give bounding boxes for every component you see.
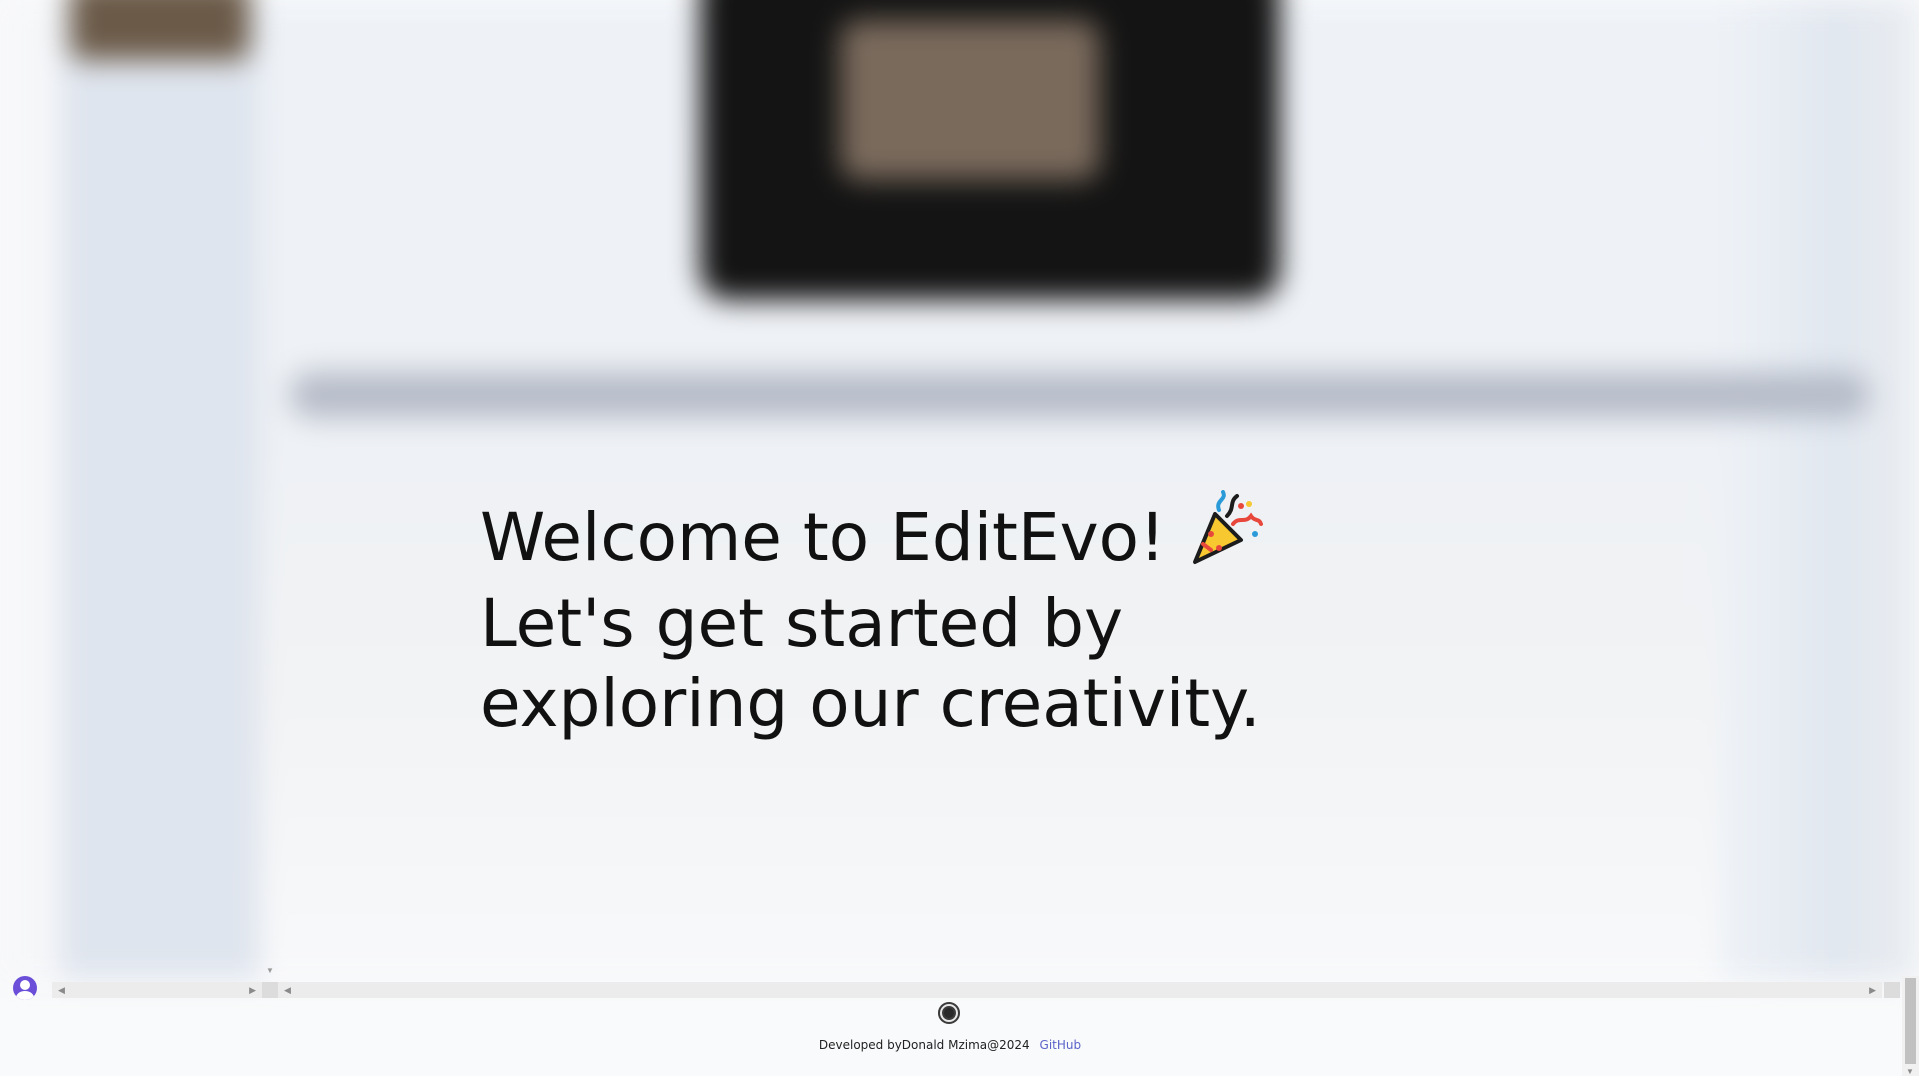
welcome-text-start: Welcome to EditEvo!	[480, 499, 1187, 576]
blurred-media-thumbnail	[70, 0, 250, 60]
blurred-left-rail	[0, 0, 60, 980]
editor-page: Welcome to EditEvo! Let's get started by…	[0, 0, 1919, 1076]
main-horizontal-scrollbar[interactable]: ◀ ▶	[278, 982, 1882, 998]
scrollbar-thumb[interactable]	[1905, 978, 1916, 1064]
user-avatar-icon[interactable]	[13, 976, 37, 1000]
scroll-down-icon[interactable]: ▼	[1906, 1067, 1914, 1076]
scroll-right-icon[interactable]: ▶	[249, 985, 256, 995]
party-popper-icon	[1189, 490, 1265, 584]
blurred-video-frame	[840, 20, 1100, 180]
scrollbar-corner	[1884, 982, 1900, 998]
collapse-arrow-icon[interactable]: ▼	[266, 966, 274, 975]
footer: Developed byDonald Mzima@2024 GitHub	[0, 1038, 1900, 1052]
sidebar-horizontal-scrollbar[interactable]: ◀ ▶	[52, 982, 262, 998]
welcome-text-end: Let's get started by exploring our creat…	[480, 585, 1261, 742]
github-link[interactable]: GitHub	[1040, 1038, 1082, 1052]
blurred-timeline-track	[290, 372, 1870, 418]
record-icon[interactable]	[938, 1002, 960, 1024]
scroll-left-icon[interactable]: ◀	[58, 985, 65, 995]
footer-credit: Developed byDonald Mzima@2024	[818, 1038, 1030, 1052]
blurred-right-panel	[1719, 0, 1919, 980]
scroll-left-icon[interactable]: ◀	[284, 985, 291, 995]
blurred-media-sidebar	[60, 0, 260, 980]
page-vertical-scrollbar[interactable]: ▼	[1902, 976, 1919, 1076]
scrollbar-corner	[262, 982, 278, 998]
welcome-message: Welcome to EditEvo! Let's get started by…	[480, 490, 1420, 744]
scroll-right-icon[interactable]: ▶	[1869, 985, 1876, 995]
